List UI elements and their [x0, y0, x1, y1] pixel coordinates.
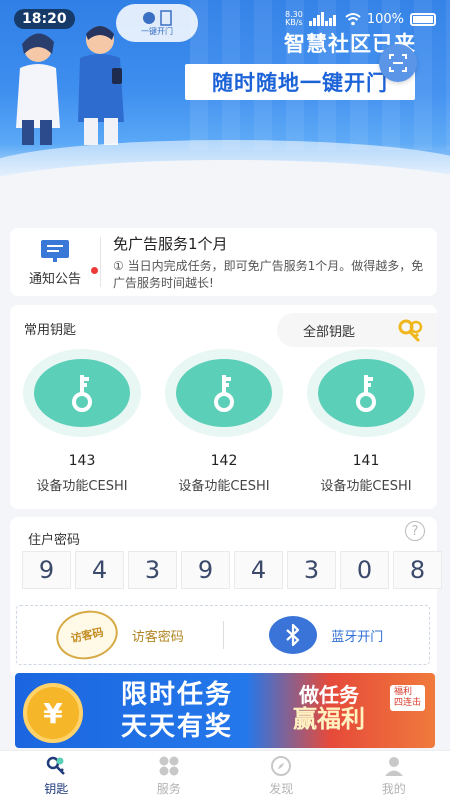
promo-tag-line2: 赢福利	[293, 705, 365, 733]
status-bar: 18:20 8.30 KB/s 100%	[0, 0, 450, 38]
signal-icon	[308, 12, 336, 26]
key-number: 143	[68, 453, 96, 469]
key-item[interactable]: 143 设备功能CESHI	[22, 349, 142, 494]
promo-tag: 做任务 赢福利	[293, 683, 365, 731]
password-digit: 0	[340, 551, 389, 589]
password-digit: 4	[234, 551, 283, 589]
password-digit: 9	[181, 551, 230, 589]
notice-description: ① 当日内完成任务，即可免广告服务1个月。做得越多，免广告服务时间越长!	[113, 258, 424, 290]
promo-tag-line1: 做任务	[299, 683, 359, 707]
key-icon	[214, 375, 234, 412]
status-indicators: 8.30 KB/s 100%	[285, 11, 436, 27]
key-number: 141	[352, 453, 380, 469]
scan-button[interactable]	[379, 44, 417, 82]
network-speed: 8.30 KB/s	[285, 11, 303, 27]
resident-password-card: 住户密码 ? 9 4 3 9 4 3 0 8 访客码 访客密码 蓝牙开门	[10, 517, 442, 677]
key-button[interactable]	[23, 349, 141, 437]
key-icon	[47, 756, 66, 775]
bluetooth-glyph	[286, 623, 300, 647]
all-keys-button[interactable]: 全部钥匙	[277, 313, 437, 347]
common-keys-title: 常用钥匙	[24, 323, 77, 338]
scan-icon	[389, 54, 407, 72]
network-speed-unit: KB/s	[285, 18, 303, 27]
promo-badge-line1: 福利	[393, 687, 412, 697]
banner-wave-base	[0, 160, 450, 205]
password-digit: 8	[393, 551, 442, 589]
bottom-tab-bar: 钥匙 服务 发现 我的	[0, 750, 450, 800]
key-button[interactable]	[307, 349, 425, 437]
key-item[interactable]: 141 设备功能CESHI	[306, 349, 426, 494]
door-actions: 访客码 访客密码 蓝牙开门	[16, 605, 430, 665]
battery-percent: 100%	[366, 11, 404, 27]
unread-dot	[91, 266, 98, 274]
grid-icon	[159, 756, 179, 775]
bluetooth-open-label: 蓝牙开门	[331, 629, 384, 645]
wifi-icon	[345, 13, 361, 26]
promo-line1: 限时任务	[121, 680, 234, 710]
help-icon[interactable]: ?	[405, 521, 425, 541]
bluetooth-icon	[269, 616, 318, 654]
password-digit: 3	[128, 551, 177, 589]
keys-gold-icon	[398, 319, 423, 343]
key-name: 设备功能CESHI	[320, 479, 412, 494]
notice-card[interactable]: 通知公告 免广告服务1个月 ① 当日内完成任务，即可免广告服务1个月。做得越多，…	[10, 228, 437, 296]
key-name: 设备功能CESHI	[178, 479, 270, 494]
common-keys-card: 常用钥匙 全部钥匙 143 设备功能CESHI 142 设备功能CESHI 14…	[10, 305, 437, 509]
notice-content: 免广告服务1个月 ① 当日内完成任务，即可免广告服务1个月。做得越多，免广告服务…	[101, 233, 437, 292]
tab-services[interactable]: 服务	[113, 751, 226, 800]
all-keys-label: 全部钥匙	[303, 324, 356, 340]
bluetooth-open-button[interactable]: 蓝牙开门	[224, 606, 430, 664]
tab-label: 发现	[269, 781, 294, 796]
visitor-password-button[interactable]: 访客码 访客密码	[17, 605, 223, 665]
tab-profile[interactable]: 我的	[338, 751, 450, 800]
tab-label: 服务	[156, 781, 181, 796]
key-item[interactable]: 142 设备功能CESHI	[164, 349, 284, 494]
tab-keys[interactable]: 钥匙	[0, 751, 113, 800]
key-circle	[176, 359, 272, 427]
promo-badge-line2: 四连击	[393, 698, 421, 708]
password-title: 住户密码	[28, 533, 81, 548]
status-time: 18:20	[14, 9, 75, 29]
password-digit: 9	[22, 551, 71, 589]
notice-announcement[interactable]: 通知公告	[10, 238, 100, 287]
key-icon	[72, 375, 92, 412]
tab-label: 我的	[381, 781, 406, 796]
key-name: 设备功能CESHI	[36, 479, 128, 494]
key-icon	[356, 375, 376, 412]
notice-label: 通知公告	[28, 271, 81, 287]
password-digit: 4	[75, 551, 124, 589]
visitor-stamp-text: 访客码	[69, 625, 105, 646]
password-digits: 9 4 3 9 4 3 0 8	[22, 551, 442, 589]
promo-line2: 天天有奖	[121, 712, 234, 742]
key-circle	[34, 359, 130, 427]
password-digit: 3	[287, 551, 336, 589]
tab-discover[interactable]: 发现	[225, 751, 338, 800]
coin-icon: ¥	[23, 683, 83, 743]
user-icon	[384, 756, 403, 776]
key-circle	[318, 359, 414, 427]
notice-title: 免广告服务1个月	[113, 234, 228, 253]
compass-icon	[271, 755, 292, 776]
battery-icon	[410, 12, 436, 26]
key-number: 142	[210, 453, 238, 469]
promo-banner[interactable]: ¥ 限时任务 天天有奖 做任务 赢福利 福利 四连击	[15, 673, 435, 748]
promo-badge: 福利 四连击	[389, 685, 425, 711]
visitor-password-label: 访客密码	[131, 629, 184, 645]
promo-headline: 限时任务 天天有奖	[121, 679, 233, 743]
tab-label: 钥匙	[44, 781, 69, 796]
announcement-icon	[41, 239, 69, 262]
visitor-stamp-icon: 访客码	[51, 605, 123, 665]
key-button[interactable]	[165, 349, 283, 437]
